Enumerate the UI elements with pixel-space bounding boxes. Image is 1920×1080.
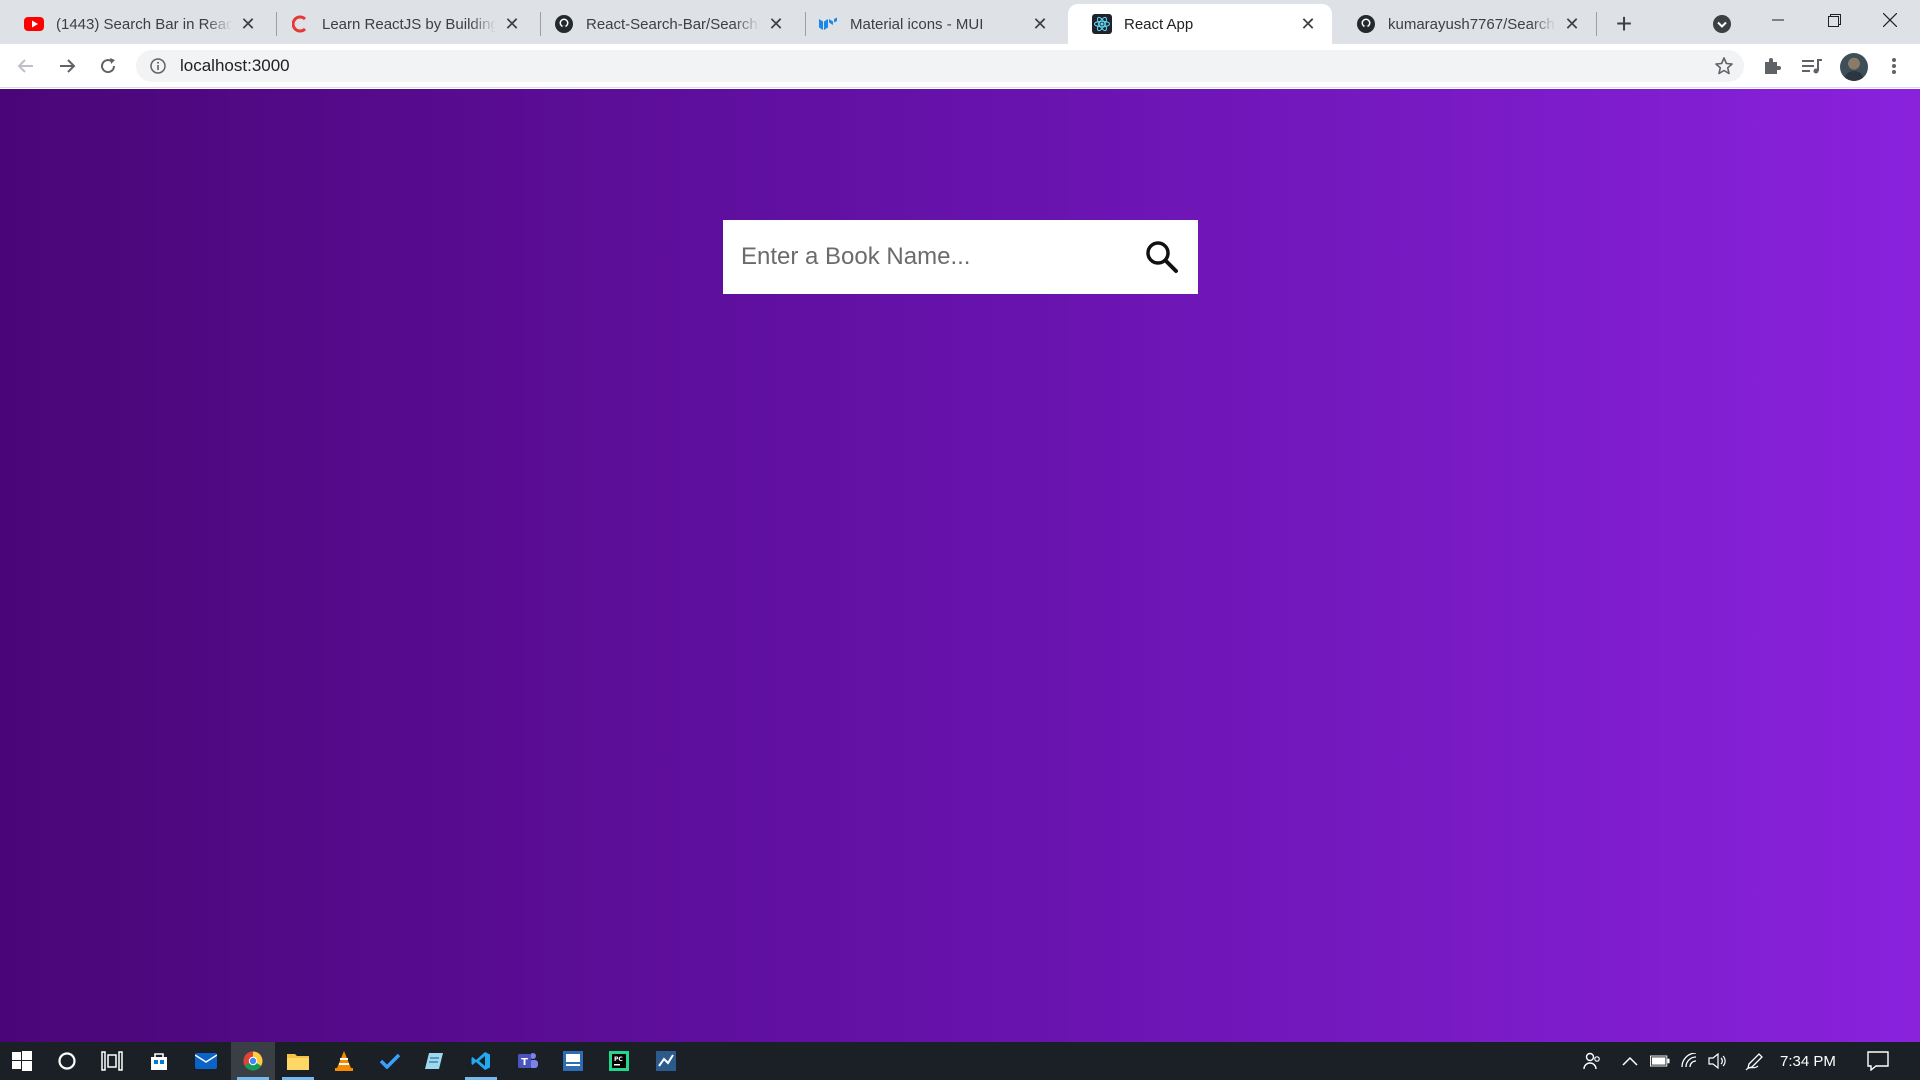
taskbar-vscode[interactable] <box>459 1042 503 1080</box>
chevron-down-icon <box>1713 15 1731 33</box>
taskbar-vlc[interactable] <box>322 1042 366 1080</box>
close-icon[interactable]: ✕ <box>1298 14 1318 34</box>
taskbar-notepad[interactable] <box>413 1042 457 1080</box>
taskbar-app[interactable] <box>644 1042 688 1080</box>
taskbar-todo[interactable] <box>368 1042 412 1080</box>
tab-youtube[interactable]: (1443) Search Bar in React T ✕ <box>0 4 272 44</box>
arrow-left-icon <box>17 59 33 73</box>
taskbar-mail[interactable] <box>184 1042 228 1080</box>
pycharm-icon: PC <box>609 1051 629 1071</box>
github-icon <box>1356 14 1376 34</box>
bookmark-star-icon[interactable] <box>1714 56 1734 76</box>
tab-title: React-Search-Bar/SearchBar <box>586 15 760 33</box>
chrome-icon <box>243 1051 263 1071</box>
windows-start-button[interactable] <box>0 1042 44 1080</box>
svg-text:PC: PC <box>614 1056 623 1063</box>
forward-button[interactable] <box>51 50 83 82</box>
pen-icon[interactable] <box>1745 1051 1765 1071</box>
taskbar-chrome[interactable] <box>231 1042 275 1080</box>
vscode-icon <box>471 1052 490 1070</box>
windows-taskbar: T PC 7:34 PM <box>0 1042 1920 1080</box>
taskbar-teams[interactable]: T <box>506 1042 550 1080</box>
taskbar-file-explorer[interactable] <box>276 1042 320 1080</box>
minimize-button[interactable] <box>1750 0 1806 40</box>
minimize-icon <box>1772 19 1784 21</box>
teams-icon: T <box>518 1053 538 1068</box>
search-icon[interactable] <box>1140 235 1184 279</box>
arrow-right-icon <box>60 59 76 73</box>
address-bar[interactable]: localhost:3000 <box>136 50 1744 82</box>
people-icon[interactable] <box>1582 1051 1602 1071</box>
playlist-icon <box>1802 59 1822 74</box>
reload-button[interactable] <box>92 50 124 82</box>
browser-tab-strip: (1443) Search Bar in React T ✕ Learn Rea… <box>0 0 1920 44</box>
task-view-icon <box>101 1051 123 1071</box>
mui-icon <box>818 14 838 34</box>
profile-avatar[interactable] <box>1840 53 1868 81</box>
browser-toolbar: localhost:3000 <box>0 44 1920 88</box>
close-icon[interactable]: ✕ <box>502 14 522 34</box>
close-icon[interactable]: ✕ <box>1562 14 1582 34</box>
task-view-button[interactable] <box>90 1042 134 1080</box>
cortana-button[interactable] <box>45 1042 89 1080</box>
close-icon[interactable]: ✕ <box>1030 14 1050 34</box>
close-icon[interactable]: ✕ <box>238 14 258 34</box>
windows-start-icon <box>12 1051 32 1071</box>
taskbar-dev[interactable] <box>551 1042 595 1080</box>
close-window-button[interactable] <box>1862 0 1918 40</box>
tab-title: Learn ReactJS by Building 5 <box>322 15 496 33</box>
chevron-up-icon[interactable] <box>1620 1051 1640 1071</box>
search-input[interactable] <box>723 220 1140 294</box>
info-icon[interactable] <box>148 56 168 76</box>
tab-search-button[interactable] <box>1702 4 1742 44</box>
notepad-icon <box>425 1053 443 1069</box>
restore-icon <box>1827 13 1841 27</box>
taskbar-store[interactable] <box>137 1042 181 1080</box>
battery-icon[interactable] <box>1650 1051 1670 1071</box>
vlc-icon <box>335 1051 353 1071</box>
todo-icon <box>380 1053 400 1069</box>
tab-title: (1443) Search Bar in React T <box>56 15 232 33</box>
close-icon <box>1883 13 1897 27</box>
restore-button[interactable] <box>1806 0 1862 40</box>
url-text[interactable]: localhost:3000 <box>180 56 290 76</box>
wifi-icon[interactable] <box>1680 1051 1700 1071</box>
youtube-icon <box>24 14 44 34</box>
close-icon[interactable]: ✕ <box>766 14 786 34</box>
plus-icon: + <box>1615 8 1633 39</box>
react-icon <box>1092 14 1112 34</box>
tab-separator <box>1596 12 1597 36</box>
search-bar <box>723 220 1198 294</box>
taskbar-clock[interactable]: 7:34 PM <box>1780 1042 1836 1080</box>
tab-react-app[interactable]: React App ✕ <box>1068 4 1332 44</box>
notification-icon[interactable] <box>1866 1049 1890 1073</box>
reload-icon <box>101 58 116 74</box>
cortana-icon <box>58 1052 76 1070</box>
back-button[interactable] <box>10 50 42 82</box>
tab-title: kumarayush7767/Search-Ba <box>1388 15 1556 33</box>
browser-menu-button[interactable] <box>1882 54 1906 78</box>
puzzle-icon <box>1765 58 1781 74</box>
new-tab-button[interactable]: + <box>1604 4 1644 44</box>
more-vertical-icon <box>1892 58 1896 74</box>
tab-kumarayush-github[interactable]: kumarayush7767/Search-Ba ✕ <box>1332 4 1596 44</box>
tab-material-icons[interactable]: Material icons - MUI ✕ <box>794 4 1064 44</box>
file-explorer-icon <box>287 1054 309 1070</box>
github-icon <box>554 14 574 34</box>
c-logo-icon <box>290 14 310 34</box>
app-icon <box>656 1051 676 1071</box>
volume-icon[interactable] <box>1708 1051 1728 1071</box>
tab-title: React App <box>1124 15 1194 33</box>
dev-icon <box>563 1051 583 1071</box>
svg-text:T: T <box>521 1057 528 1068</box>
tab-learn-reactjs[interactable]: Learn ReactJS by Building 5 ✕ <box>266 4 536 44</box>
store-icon <box>151 1053 167 1070</box>
react-app-page <box>0 89 1920 1042</box>
tab-title: Material icons - MUI <box>850 15 984 33</box>
extensions-button[interactable] <box>1760 54 1784 78</box>
mail-icon <box>195 1053 217 1069</box>
tab-react-search-bar-github[interactable]: React-Search-Bar/SearchBar ✕ <box>530 4 800 44</box>
media-controls-button[interactable] <box>1800 54 1824 78</box>
taskbar-pycharm[interactable]: PC <box>597 1042 641 1080</box>
